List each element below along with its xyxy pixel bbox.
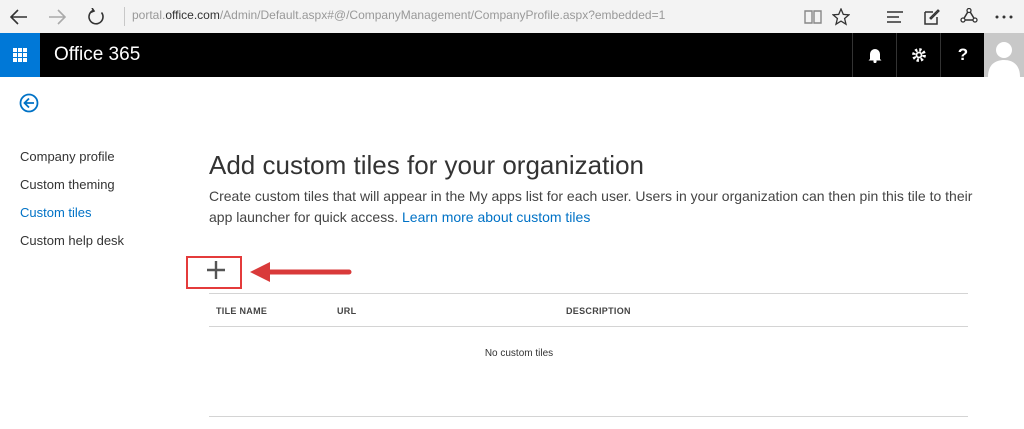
brand-title[interactable]: Office 365 (54, 44, 140, 66)
settings-button[interactable] (896, 33, 941, 77)
red-arrow-annotation (250, 262, 352, 282)
column-header-description[interactable]: DESCRIPTION (566, 306, 631, 316)
custom-tiles-table: TILE NAME URL DESCRIPTION No custom tile… (209, 293, 968, 418)
user-avatar[interactable] (984, 33, 1024, 77)
suite-header: Office 365 ? (0, 33, 1024, 77)
help-icon: ? (957, 45, 969, 64)
description-text: Create custom tiles that will appear in … (209, 188, 973, 225)
table-header-border (209, 326, 968, 327)
column-header-url[interactable]: URL (337, 306, 356, 316)
table-top-border (209, 293, 968, 294)
help-button[interactable]: ? (940, 33, 985, 77)
browser-toolbar: portal.office.com/Admin/Default.aspx#@/C… (0, 0, 1024, 34)
back-button[interactable] (19, 93, 39, 113)
forward-icon[interactable] (46, 6, 68, 28)
waffle-icon (13, 48, 27, 62)
address-divider (124, 7, 125, 26)
add-tile-button[interactable] (205, 259, 227, 281)
bell-icon (868, 49, 882, 63)
more-menu-icon[interactable] (993, 6, 1015, 28)
nav-item-custom-tiles[interactable]: Custom tiles (20, 204, 124, 232)
hub-icon[interactable] (884, 6, 906, 28)
empty-state-text: No custom tiles (484, 348, 554, 359)
url-path: /Admin/Default.aspx#@/CompanyManagement/… (219, 8, 666, 22)
learn-more-link[interactable]: Learn more about custom tiles (402, 209, 590, 225)
page-description: Create custom tiles that will appear in … (209, 186, 979, 228)
app-launcher-button[interactable] (0, 33, 40, 77)
back-arrow-icon (19, 93, 39, 113)
plus-icon (207, 261, 225, 279)
nav-item-company-profile[interactable]: Company profile (20, 148, 124, 176)
url-host: office.com (165, 8, 220, 22)
nav-item-custom-theming[interactable]: Custom theming (20, 176, 124, 204)
column-header-tile-name[interactable]: TILE NAME (216, 306, 267, 316)
favorite-star-icon[interactable] (830, 6, 852, 28)
gear-icon (912, 48, 926, 62)
url-prefix: portal. (132, 8, 166, 22)
web-note-icon[interactable] (921, 6, 943, 28)
nav-item-custom-help-desk[interactable]: Custom help desk (20, 232, 124, 260)
table-bottom-border (209, 416, 968, 417)
reading-view-icon[interactable] (802, 6, 824, 28)
settings-nav: Company profile Custom theming Custom ti… (20, 148, 124, 260)
notifications-button[interactable] (852, 33, 897, 77)
share-icon[interactable] (958, 6, 980, 28)
refresh-icon[interactable] (85, 6, 107, 28)
back-icon[interactable] (8, 6, 30, 28)
address-bar[interactable]: portal.office.com/Admin/Default.aspx#@/C… (132, 8, 665, 22)
page-title: Add custom tiles for your organization (209, 150, 644, 180)
